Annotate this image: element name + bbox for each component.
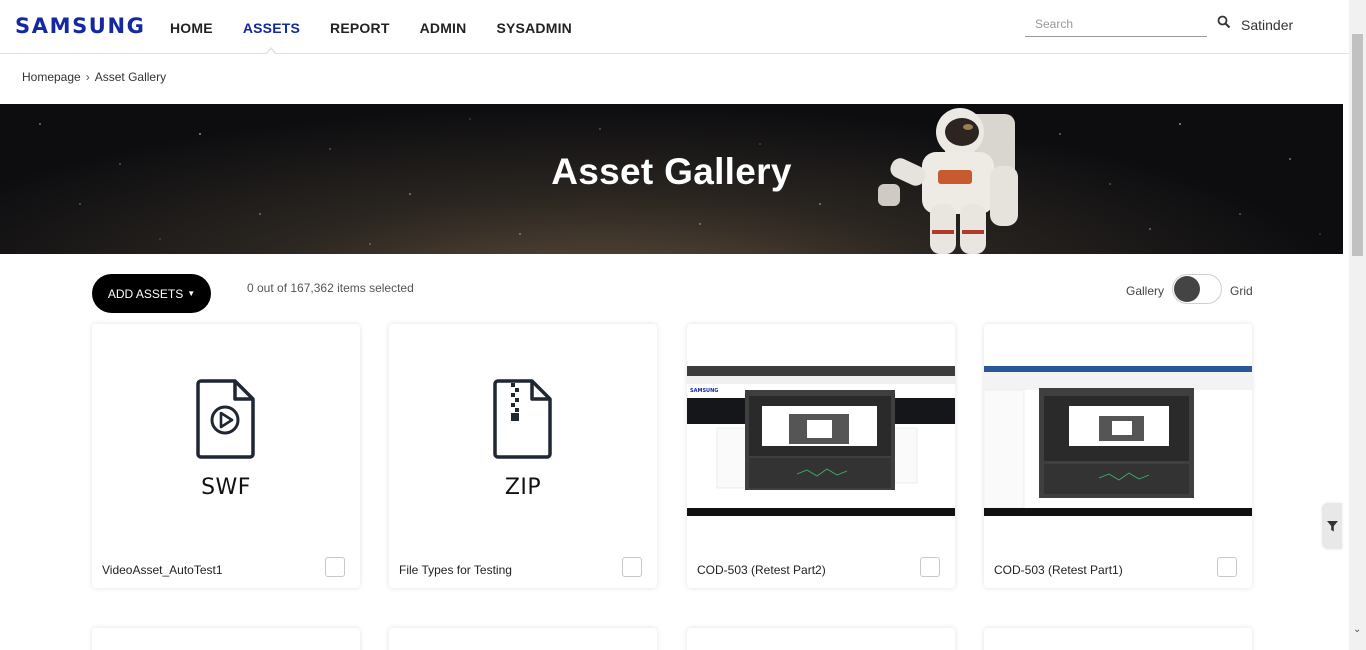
asset-select-checkbox[interactable] [325,557,345,577]
asset-card[interactable]: SAMSUNG COD-503 (Retest Part2) [687,324,955,588]
asset-card[interactable]: COD-503 (Retest Part1) [984,324,1252,588]
asset-card[interactable]: ZIP File Types for Testing [389,324,657,588]
asset-select-checkbox[interactable] [1217,557,1237,577]
asset-title[interactable]: COD-503 (Retest Part2) [697,563,826,577]
asset-card[interactable] [984,628,1252,650]
nav-home[interactable]: HOME [170,20,213,36]
asset-title[interactable]: File Types for Testing [399,563,512,577]
nav-report[interactable]: REPORT [330,20,390,36]
filter-icon [1326,520,1338,531]
asset-card[interactable]: SWF VideoAsset_AutoTest1 [92,324,360,588]
nav-sysadmin[interactable]: SYSADMIN [496,20,572,36]
filter-panel-toggle[interactable] [1322,503,1342,549]
breadcrumb: Homepage › Asset Gallery [22,70,166,84]
asset-title[interactable]: COD-503 (Retest Part1) [994,563,1123,577]
screenshot-thumbnail [984,366,1252,516]
nav-admin[interactable]: ADMIN [420,20,467,36]
asset-card[interactable] [92,628,360,650]
toggle-knob [1174,276,1200,302]
search-input[interactable] [1025,12,1207,36]
svg-text:SAMSUNG: SAMSUNG [690,388,718,394]
selection-count: 0 out of 167,362 items selected [247,281,414,295]
asset-select-checkbox[interactable] [920,557,940,577]
scroll-down-arrow-icon[interactable]: ⌄ [1353,624,1361,635]
page-scrollbar[interactable]: ⌄ [1349,0,1366,650]
screenshot-thumbnail: SAMSUNG [687,366,955,516]
video-file-icon [196,379,255,459]
main-nav: HOME ASSETS REPORT ADMIN SYSADMIN [170,20,602,55]
add-assets-button[interactable]: ADD ASSETS ▼ [92,274,211,313]
file-type-label: SWF [201,475,251,500]
samsung-logo[interactable]: SAMSUNG [15,14,145,38]
breadcrumb-current: Asset Gallery [94,70,167,84]
grid-view-label: Grid [1230,284,1253,298]
breadcrumb-home-link[interactable]: Homepage [22,70,81,84]
top-header: SAMSUNG HOME ASSETS REPORT ADMIN SYSADMI… [0,0,1349,55]
app-root: SAMSUNG HOME ASSETS REPORT ADMIN SYSADMI… [0,0,1366,650]
asset-card[interactable] [389,628,657,650]
nav-assets[interactable]: ASSETS [243,20,300,55]
asset-select-checkbox[interactable] [622,557,642,577]
scrollbar-thumb[interactable] [1352,34,1363,256]
zip-file-icon [493,379,552,459]
add-assets-label: ADD ASSETS [107,286,184,301]
caret-down-icon: ▼ [187,289,196,298]
hero-banner: Asset Gallery [0,104,1343,254]
search-icon[interactable] [1217,15,1231,29]
user-name[interactable]: Satinder [1241,17,1293,33]
gallery-view-label: Gallery [1126,284,1165,298]
page-title: Asset Gallery [551,151,792,192]
file-type-label: ZIP [504,475,542,500]
view-toggle-switch[interactable] [1172,274,1222,304]
search-field [1025,12,1207,37]
asset-title[interactable]: VideoAsset_AutoTest1 [102,563,223,577]
chevron-right-icon: › [85,70,90,84]
asset-card[interactable] [687,628,955,650]
